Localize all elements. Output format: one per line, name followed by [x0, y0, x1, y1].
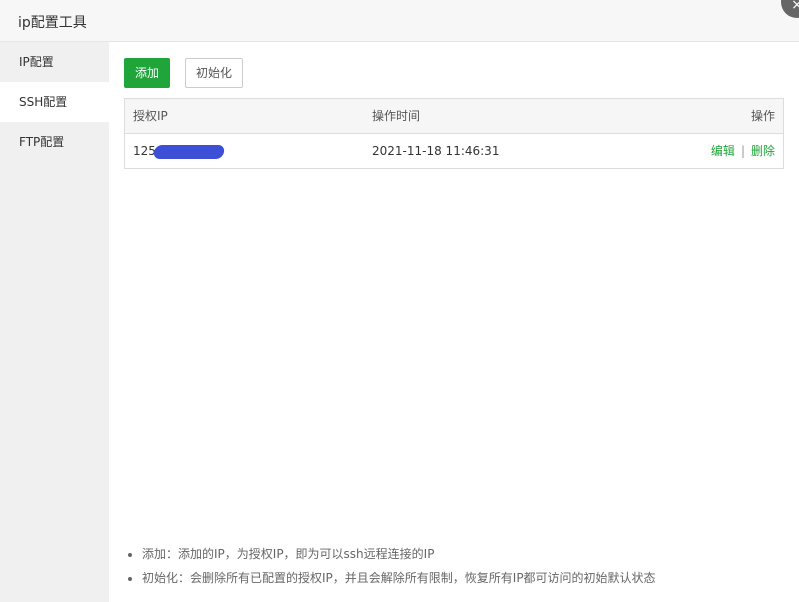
table-header: 授权IP 操作时间 操作	[125, 99, 783, 134]
delete-link[interactable]: 删除	[751, 144, 775, 158]
sidebar-item-ip-config[interactable]: IP配置	[0, 42, 109, 82]
ip-redaction-mark	[152, 144, 226, 159]
note-initialize: 初始化：会删除所有已配置的授权IP，并且会解除所有限制，恢复所有IP都可访问的初…	[142, 566, 656, 590]
ip-cell: 125	[133, 134, 226, 168]
window-titlebar: ip配置工具	[0, 0, 799, 42]
add-button[interactable]: 添加	[124, 58, 170, 88]
sidebar-item-ftp-config[interactable]: FTP配置	[0, 122, 109, 162]
time-cell: 2021-11-18 11:46:31	[372, 144, 500, 158]
header-actions: 操作	[750, 109, 775, 123]
header-operation-time: 操作时间	[372, 109, 421, 123]
authorized-ip-table: 授权IP 操作时间 操作 125 2021-11-18 11:46:31 编辑 |…	[124, 98, 784, 169]
actions-cell: 编辑 | 删除	[711, 134, 775, 168]
ip-value: 125	[133, 144, 156, 158]
note-add: 添加：添加的IP，为授权IP，即为可以ssh远程连接的IP	[142, 542, 656, 566]
window-title: ip配置工具	[18, 15, 87, 31]
main-panel: 添加 初始化 授权IP 操作时间 操作 125 2021-11-18 11:46…	[109, 42, 799, 602]
action-separator: |	[740, 144, 745, 158]
header-authorized-ip: 授权IP	[133, 109, 168, 123]
edit-link[interactable]: 编辑	[711, 144, 735, 158]
table-row: 125 2021-11-18 11:46:31 编辑 | 删除	[125, 134, 783, 168]
sidebar: IP配置 SSH配置 FTP配置	[0, 42, 109, 602]
initialize-button[interactable]: 初始化	[185, 58, 243, 88]
sidebar-item-ssh-config[interactable]: SSH配置	[0, 82, 109, 122]
help-notes: 添加：添加的IP，为授权IP，即为可以ssh远程连接的IP 初始化：会删除所有已…	[124, 542, 656, 590]
